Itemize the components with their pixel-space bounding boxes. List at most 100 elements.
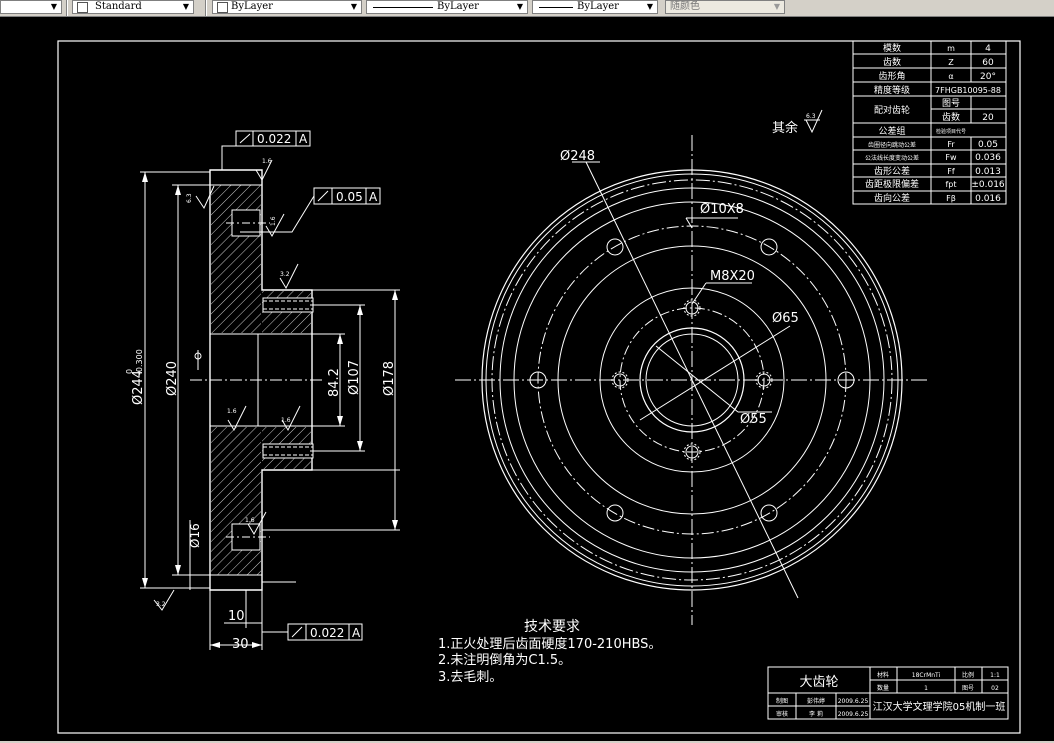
param-name: 齿形角 <box>878 70 905 82</box>
tech-req-title: 技术要求 <box>524 619 580 635</box>
material-value: 18CrMnTi <box>912 672 941 679</box>
tol-mid-value: 0.05 <box>336 190 363 204</box>
param-val: 4 <box>985 44 991 54</box>
dim-240: Ø240 <box>165 361 180 396</box>
toolbar-separator <box>66 0 68 16</box>
param-val: 20° <box>980 72 996 82</box>
checked-label: 审核 <box>776 710 788 718</box>
lineweight-preview-icon <box>539 7 573 8</box>
lineweight-value: ByLayer <box>577 1 619 12</box>
properties-toolbar: ▼ Standard ▼ ByLayer ▼ ByLayer ▼ ByLayer… <box>0 0 1054 17</box>
rest-label: 其余 <box>772 120 798 136</box>
plot-style-value: 随颜色 <box>670 1 700 12</box>
drawn-date: 2009.6.25 <box>838 698 869 705</box>
param-name: 公差组 <box>878 125 905 137</box>
dim-84: 84.2 <box>327 368 342 397</box>
param-val: 0.036 <box>975 153 1001 163</box>
rest-value: 6.3 <box>806 113 816 120</box>
param-name: 公法线长度变动公差 <box>865 154 919 162</box>
chevron-down-icon: ▼ <box>773 2 781 11</box>
chevron-down-icon: ▼ <box>50 2 58 11</box>
tol-mid-datum: A <box>369 190 378 204</box>
runout-icon <box>239 133 251 144</box>
material-label: 材料 <box>877 671 889 679</box>
drawing-no-label: 图号 <box>962 685 974 692</box>
dim-248: Ø248 <box>560 149 595 164</box>
tol-bottom-value: 0.022 <box>310 626 344 640</box>
rough-16a: 1.6 <box>262 158 272 165</box>
rough-16d: 1.6 <box>245 517 255 524</box>
rough-32b: 3.2 <box>156 601 166 608</box>
dim-10: 10 <box>228 609 245 624</box>
drawn-label: 制图 <box>776 697 788 705</box>
tolerance-frame-top: 0.022 A <box>235 130 311 147</box>
dim-65: Ø65 <box>772 311 799 326</box>
param-sym: 检验项目代号 <box>936 128 966 135</box>
checked-date: 2009.6.25 <box>838 711 869 718</box>
layer-dropdown[interactable]: ▼ <box>0 0 62 14</box>
param-sym: m <box>947 44 955 53</box>
dim-55: Ø55 <box>740 412 767 427</box>
param-name: 精度等级 <box>874 84 910 96</box>
param-sym: Z <box>948 58 954 67</box>
drawn-name: 彭伟婷 <box>807 697 825 705</box>
param-sym: fpt <box>945 180 956 189</box>
tolerance-frame-bottom: 0.022 A <box>287 623 363 641</box>
param-val: 0.013 <box>975 167 1001 177</box>
dim-107: Ø107 <box>347 360 362 395</box>
chevron-down-icon: ▼ <box>182 2 190 11</box>
tech-req-line: 1.正火处理后齿面硬度170-210HBS。 <box>438 636 661 652</box>
tech-req-line: 2.未注明倒角为C1.5。 <box>438 653 571 668</box>
param-val: 60 <box>982 58 994 68</box>
lineweight-dropdown[interactable]: ByLayer ▼ <box>532 0 658 14</box>
color-value: ByLayer <box>231 1 273 12</box>
chevron-down-icon: ▼ <box>516 2 524 11</box>
param-sym: Ff <box>947 167 955 176</box>
param-name: 齿圈径向跳动公差 <box>868 141 916 149</box>
param-sym: 7FHGB10095-88 <box>935 86 1001 95</box>
param-val: ±0.016 <box>971 180 1005 190</box>
drawing-canvas[interactable]: Ø244 0 -0.300 Ø240 84.2 Ø107 Ø178 Ø16 10… <box>0 16 1054 741</box>
rough-16b: 1.6 <box>227 408 237 415</box>
text-style-dropdown[interactable]: Standard ▼ <box>72 0 194 14</box>
param-name: 齿形公差 <box>874 165 910 177</box>
qty-label: 数量 <box>877 684 889 692</box>
param-sym: Fr <box>947 140 955 149</box>
dim-10x8: Ø10X8 <box>700 202 744 217</box>
chevron-down-icon: ▼ <box>646 2 654 11</box>
tech-req-line: 3.去毛刺。 <box>438 670 502 685</box>
param-sym: Fβ <box>946 194 956 203</box>
dim-178: Ø178 <box>382 361 397 396</box>
linetype-value: ByLayer <box>437 1 479 12</box>
param-name: 模数 <box>883 42 901 54</box>
scale-value: 1:1 <box>990 672 1000 679</box>
param-val: 0.016 <box>975 194 1001 204</box>
plot-style-dropdown[interactable]: 随颜色 ▼ <box>665 0 785 14</box>
drawing-no-value: 02 <box>991 685 999 692</box>
tol-top-value: 0.022 <box>257 132 291 146</box>
linetype-dropdown[interactable]: ByLayer ▼ <box>366 0 528 14</box>
linetype-preview-icon <box>373 7 433 8</box>
param-sym: α <box>948 72 953 81</box>
runout-icon <box>291 626 303 638</box>
param-val: 20 <box>982 113 994 123</box>
dim-outer-tol-upper: 0 <box>125 369 134 374</box>
color-dropdown[interactable]: ByLayer ▼ <box>212 0 362 14</box>
runout-icon <box>317 190 329 202</box>
qty-value: 1 <box>924 685 928 692</box>
param-name: 齿距极限偏差 <box>865 178 919 190</box>
rough-63: 6.3 <box>186 193 193 203</box>
dim-m8: M8X20 <box>710 269 755 284</box>
param-sym: Fw <box>945 153 957 162</box>
chevron-down-icon: ▼ <box>350 2 358 11</box>
param-name: 齿向公差 <box>874 192 910 204</box>
dim-16: Ø16 <box>188 523 202 548</box>
tol-bottom-datum: A <box>352 626 361 640</box>
param-name: 配对齿轮 <box>874 104 910 116</box>
dim-outer-tol-lower: -0.300 <box>135 349 144 375</box>
dim-30: 30 <box>232 637 249 652</box>
school-name: 江汉大学文理学院05机制一班 <box>873 700 1006 713</box>
toolbar-separator <box>205 0 207 16</box>
scale-label: 比例 <box>962 671 974 679</box>
rough-16c: 1.6 <box>281 417 291 424</box>
